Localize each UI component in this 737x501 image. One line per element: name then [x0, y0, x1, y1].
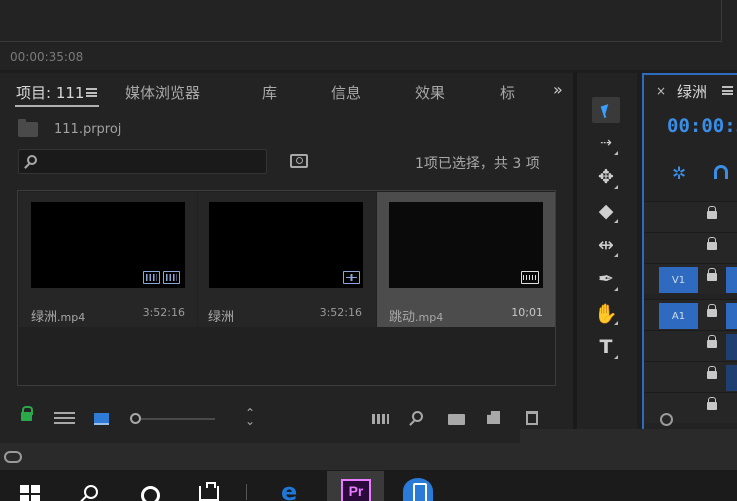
video-audio-icon: [143, 271, 160, 284]
clip-card-selected[interactable]: 跳动.mp4 10;01: [377, 192, 555, 327]
selection-tool-icon[interactable]: [592, 97, 620, 123]
premiere-window: 00:00:35:08 项目: 111 媒体浏览器 库 信息 效果 标 » 11…: [0, 0, 737, 501]
project-writable-lock-icon[interactable]: [21, 406, 33, 421]
zoom-slider-track[interactable]: [141, 418, 215, 420]
source-monitor-viewer: [0, 0, 722, 42]
audio-waveform-icon: [163, 271, 180, 284]
panel-menu-icon[interactable]: [86, 88, 97, 97]
lock-icon[interactable]: [707, 237, 717, 250]
find-icon[interactable]: [412, 411, 423, 422]
lock-icon[interactable]: [707, 335, 717, 348]
source-timecode[interactable]: 00:00:35:08: [10, 50, 83, 64]
snap-magnet-icon[interactable]: [714, 165, 728, 179]
clear-icon[interactable]: [526, 411, 538, 425]
tab-markers[interactable]: 标: [500, 82, 515, 103]
timeline-menu-icon[interactable]: [722, 86, 733, 95]
lock-icon[interactable]: [707, 366, 717, 379]
clip-thumbnail: [31, 202, 185, 288]
project-panel-tabs: 项目: 111 媒体浏览器 库 信息 效果 标: [0, 73, 573, 109]
selection-status: 1项已选择，共 3 项: [415, 156, 540, 172]
pen-icon[interactable]: ✒: [592, 266, 620, 292]
track-source-patch[interactable]: [726, 334, 737, 360]
icon-view-icon[interactable]: [94, 413, 109, 425]
new-bin-icon[interactable]: [448, 414, 465, 425]
clip-name: 绿洲: [208, 310, 235, 325]
ripple-edit-icon[interactable]: ✥: [592, 164, 620, 190]
list-view-icon[interactable]: [54, 412, 75, 426]
track-row-v1: V1: [644, 263, 737, 294]
sequence-icon: [343, 271, 360, 284]
zoom-slider-handle[interactable]: [130, 413, 141, 424]
desktop-region: [520, 429, 737, 470]
track-source-patch[interactable]: [726, 303, 737, 329]
insert-nested-icon[interactable]: ✲: [672, 164, 686, 184]
tab-effects[interactable]: 效果: [415, 82, 445, 103]
taskbar-search-icon[interactable]: [84, 485, 98, 499]
active-tab-indicator: [15, 105, 99, 107]
track-source-patch[interactable]: [726, 365, 737, 391]
clip-duration: 3:52:16: [142, 306, 185, 319]
project-file-name: 111.prproj: [54, 122, 122, 137]
task-view-icon[interactable]: [199, 482, 219, 501]
project-folder-icon: [18, 119, 38, 137]
creative-cloud-icon[interactable]: [4, 451, 22, 463]
audio-waveform-icon: [521, 271, 539, 284]
timeline-zoom-handle[interactable]: [660, 413, 673, 426]
new-search-bin-icon[interactable]: [290, 154, 308, 168]
clip-duration: 10;01: [511, 306, 543, 319]
razor-icon[interactable]: ◆: [592, 198, 620, 224]
track-row: [644, 232, 737, 263]
sort-icon[interactable]: ⌃ ⌄: [243, 407, 257, 427]
track-target-v1[interactable]: V1: [659, 267, 698, 293]
edge-browser-icon[interactable]: e: [281, 480, 307, 501]
track-target-a1[interactable]: A1: [659, 303, 698, 329]
clip-card[interactable]: 绿洲.mp4 3:52:16: [19, 192, 197, 327]
clip-thumbnail: [389, 202, 543, 288]
hand-icon[interactable]: ✋: [592, 300, 620, 326]
clip-name: 绿洲.mp4: [31, 310, 86, 325]
tab-media-browser[interactable]: 媒体浏览器: [125, 82, 200, 103]
taskbar-separator: [246, 484, 247, 500]
clip-name: 跳动.mp4: [389, 310, 444, 325]
clip-card[interactable]: 绿洲 3:52:16: [198, 192, 376, 327]
track-row: [644, 330, 737, 361]
type-icon[interactable]: T: [592, 334, 620, 360]
lock-icon[interactable]: [707, 397, 717, 410]
slip-icon[interactable]: ⇹: [592, 232, 620, 258]
track-row: [644, 201, 737, 232]
track-row: [644, 361, 737, 392]
track-select-forward-icon[interactable]: ⇢: [592, 130, 620, 156]
track-row: [644, 392, 737, 423]
search-icon: [27, 155, 37, 165]
search-input[interactable]: [18, 149, 267, 174]
tab-libraries[interactable]: 库: [262, 82, 277, 103]
premiere-pro-icon[interactable]: Pr: [341, 479, 371, 501]
cortana-icon[interactable]: [141, 486, 160, 501]
track-source-patch[interactable]: [726, 267, 737, 293]
clip-duration: 3:52:16: [319, 306, 362, 319]
windows-start-icon[interactable]: [20, 485, 40, 501]
tabs-overflow-icon[interactable]: »: [553, 80, 563, 99]
phone-app-icon[interactable]: [403, 478, 433, 501]
lock-icon[interactable]: [707, 268, 717, 281]
lock-icon[interactable]: [707, 304, 717, 317]
close-icon[interactable]: ×: [656, 84, 666, 98]
sequence-tab-title[interactable]: 绿洲: [677, 81, 707, 102]
tab-info[interactable]: 信息: [331, 82, 361, 103]
lock-icon[interactable]: [707, 206, 717, 219]
tab-project[interactable]: 项目: 111: [16, 82, 84, 103]
track-row-a1: A1: [644, 299, 737, 330]
clip-thumbnail: [209, 202, 363, 288]
automate-to-sequence-icon[interactable]: [372, 414, 389, 424]
timeline-timecode[interactable]: 00:00:3: [667, 115, 737, 137]
